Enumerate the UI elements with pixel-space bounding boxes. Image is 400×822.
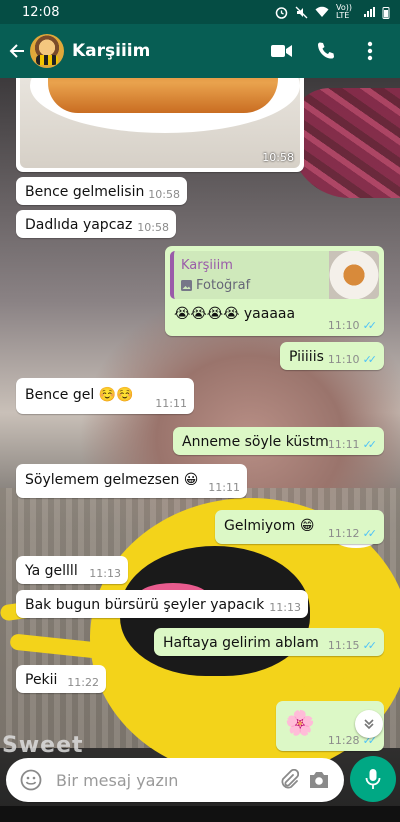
message-bubble-incoming[interactable]: Bak bugun bürsürü şeyler yapacık 11:13	[16, 590, 308, 618]
message-time: 11:13	[269, 601, 301, 614]
message-time: 11:13	[89, 567, 121, 580]
chevron-down-double-icon	[364, 719, 374, 730]
status-time: 12:08	[22, 4, 60, 20]
quoted-type: Fotoğraf	[181, 278, 250, 293]
message-text: Haftaya gelirim ablam	[163, 635, 319, 651]
message-text: Dadlıda yapcaz	[25, 217, 133, 233]
more-options-button[interactable]	[348, 31, 392, 71]
message-bubble-incoming[interactable]: Pekii 11:22	[16, 665, 106, 693]
message-bubble-outgoing[interactable]: Haftaya gelirim ablam 11:15 ✓✓	[154, 628, 384, 656]
camera-icon	[310, 772, 328, 788]
message-time: 11:11	[155, 397, 187, 410]
status-icons: Vo)) LTE	[275, 4, 390, 20]
message-meta: 11:10 ✓✓	[328, 353, 377, 366]
wallpaper-scarf	[290, 88, 400, 198]
scroll-to-bottom-button[interactable]	[355, 710, 383, 738]
photo-icon	[181, 280, 192, 291]
message-input[interactable]	[56, 770, 274, 790]
wifi-icon	[315, 6, 329, 17]
message-text: Pekii	[25, 672, 58, 688]
voice-call-button[interactable]	[304, 31, 348, 71]
chat-area[interactable]: Sweet 10:58 Bence gelmelisin 10:58 Dadlı…	[0, 78, 400, 822]
message-time: 11:28	[327, 734, 360, 747]
contact-name[interactable]: Karşiiim	[72, 41, 260, 61]
attach-button[interactable]	[274, 765, 304, 795]
camera-button[interactable]	[304, 765, 334, 795]
quoted-sender: Karşiiim	[181, 258, 233, 273]
wallpaper-text: Sweet	[2, 733, 84, 758]
message-text: Söylemem gelmezsen 😀	[25, 472, 199, 488]
image-message[interactable]: 10:58	[16, 78, 304, 172]
read-receipt-icon: ✓✓	[362, 639, 378, 652]
message-bubble-outgoing[interactable]: Piiiiis 11:10 ✓✓	[280, 342, 384, 370]
emoji-button[interactable]	[16, 765, 46, 795]
battery-icon	[382, 6, 390, 19]
message-meta: 11:12 ✓✓	[328, 527, 377, 540]
more-vertical-icon	[367, 41, 373, 61]
food-photo[interactable]	[20, 78, 300, 168]
avatar[interactable]	[30, 34, 64, 68]
read-receipt-icon: ✓✓	[362, 527, 378, 540]
back-button[interactable]	[6, 31, 28, 71]
message-bubble-incoming[interactable]: Bence gel ☺️☺️ 11:11	[16, 378, 194, 414]
microphone-icon	[365, 769, 381, 789]
message-meta: 11:15 ✓✓	[328, 639, 377, 652]
chat-header: Karşiiim	[0, 24, 400, 78]
message-text: Anneme söyle küstm	[182, 434, 329, 450]
message-text: Piiiiis	[289, 349, 324, 365]
message-time: 11:11	[208, 481, 240, 494]
message-bubble-outgoing[interactable]: Anneme söyle küstm 11:11 ✓✓	[173, 427, 384, 455]
photo-food	[48, 78, 278, 113]
video-call-button[interactable]	[260, 31, 304, 71]
message-time: 10:58	[137, 221, 169, 234]
message-bubble-incoming[interactable]: Ya gellll 11:13	[16, 556, 128, 584]
message-time: 11:10	[327, 319, 360, 332]
message-composer	[6, 758, 344, 802]
message-bubble-incoming[interactable]: Dadlıda yapcaz 10:58	[16, 210, 176, 238]
signal-icon	[364, 7, 375, 17]
message-bubble-outgoing[interactable]: Gelmiyom 😁 11:12 ✓✓	[215, 510, 384, 544]
paperclip-icon	[281, 769, 299, 789]
message-time: 10:58	[148, 188, 180, 201]
message-text: Bence gel ☺️☺️	[25, 387, 134, 403]
quoted-message[interactable]: Karşiiim Fotoğraf	[170, 251, 379, 299]
read-receipt-icon: ✓✓	[362, 353, 378, 366]
quoted-thumbnail	[329, 251, 379, 299]
read-receipt-icon: ✓✓	[362, 319, 378, 332]
message-time: 10:58	[262, 151, 294, 164]
message-bubble-incoming[interactable]: Söylemem gelmezsen 😀 11:11	[16, 464, 247, 498]
message-text: Gelmiyom 😁	[224, 518, 315, 534]
read-receipt-icon: ✓✓	[362, 438, 378, 451]
quoted-type-label: Fotoğraf	[196, 278, 251, 293]
voice-message-button[interactable]	[350, 756, 396, 802]
alarm-icon	[275, 6, 288, 19]
message-time: 11:10	[327, 353, 360, 366]
message-meta: 11:11 ✓✓	[328, 438, 377, 451]
message-time: 11:22	[67, 676, 99, 689]
message-meta: 11:10 ✓✓	[328, 319, 377, 332]
message-text: 😭😭😭😭 yaaaaa	[174, 306, 296, 322]
emoji-icon	[20, 769, 42, 791]
message-bubble-outgoing-reply[interactable]: Karşiiim Fotoğraf 😭😭😭😭 yaaaaa 11:10 ✓✓	[165, 246, 384, 336]
phone-icon	[318, 42, 334, 59]
message-time: 11:15	[327, 639, 360, 652]
message-text: Bence gelmelisin	[25, 184, 145, 200]
status-bar: 12:08 Vo)) LTE	[0, 0, 400, 24]
system-nav-bar	[0, 806, 400, 822]
message-bubble-incoming[interactable]: Bence gelmelisin 10:58	[16, 177, 187, 205]
message-time: 11:12	[327, 527, 360, 540]
video-camera-icon	[271, 45, 292, 57]
message-text: Bak bugun bürsürü şeyler yapacık	[25, 597, 265, 613]
message-time: 11:11	[327, 438, 360, 451]
mute-icon	[295, 6, 308, 18]
network-label: Vo)) LTE	[336, 3, 352, 20]
message-text: Ya gellll	[25, 563, 78, 579]
message-text: 🌸	[285, 709, 315, 737]
arrow-left-icon	[9, 44, 24, 58]
